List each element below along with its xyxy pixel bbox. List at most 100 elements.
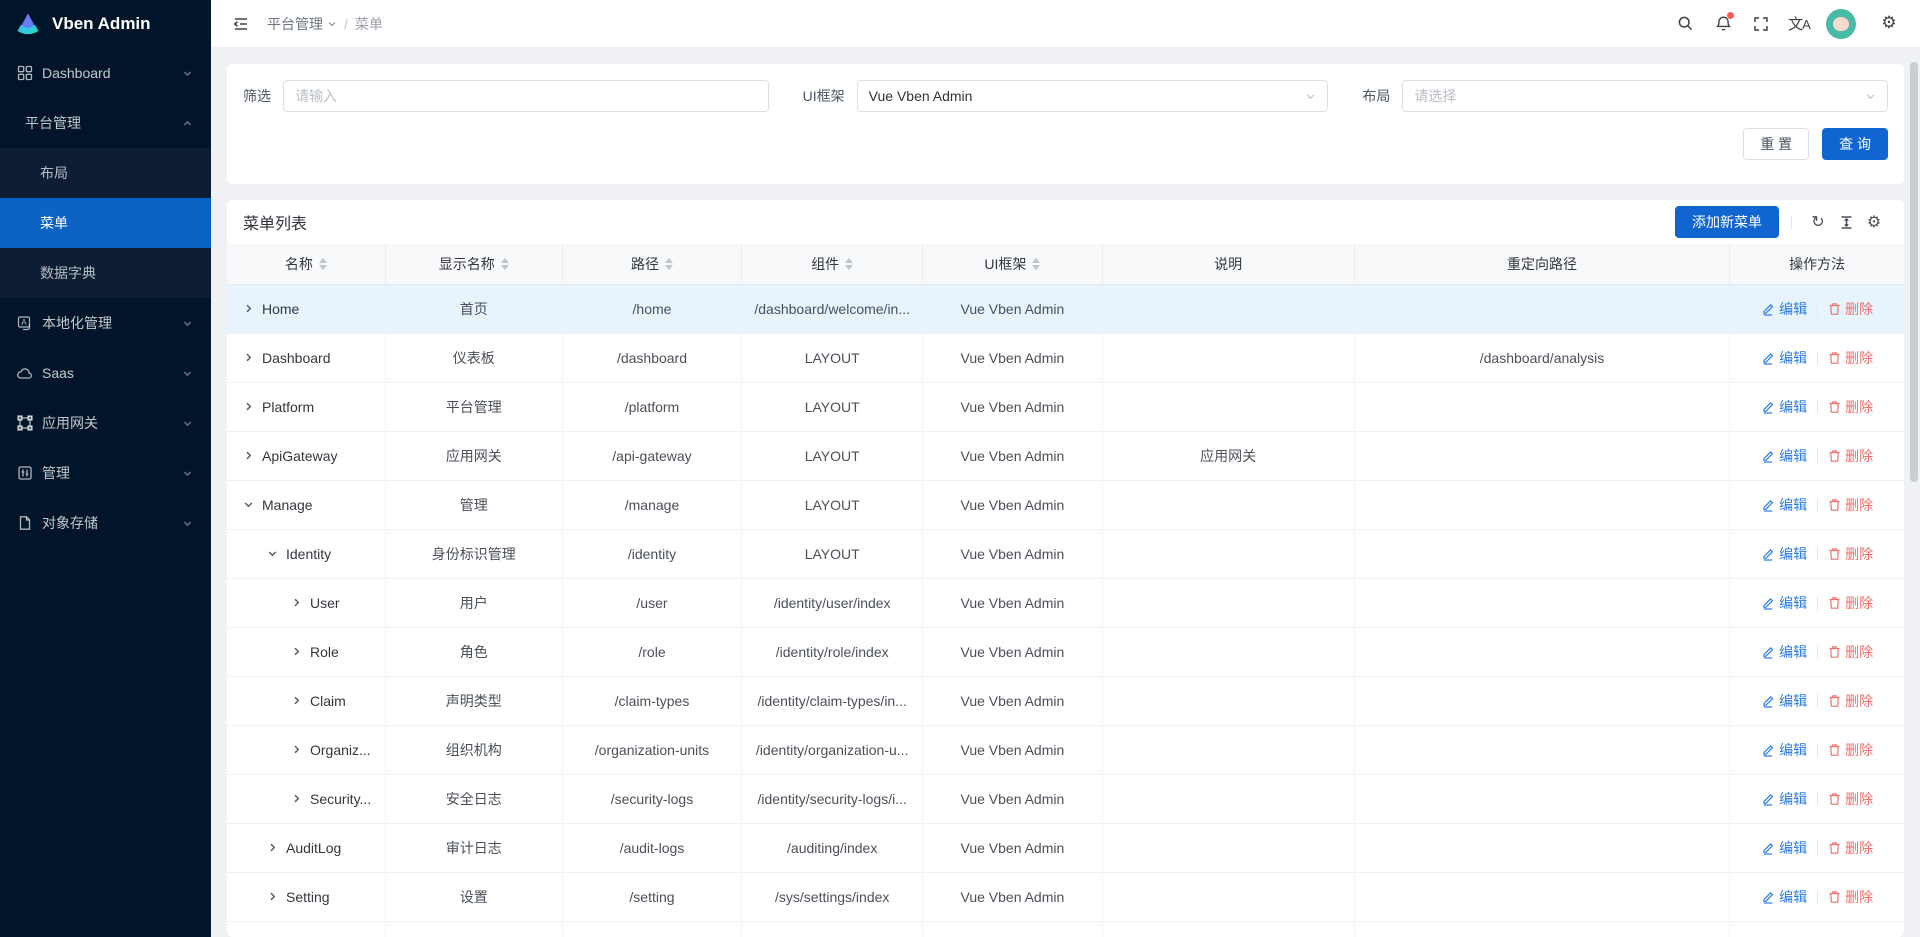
layout-select[interactable]: 请选择 — [1402, 80, 1888, 112]
table-row-apigateway[interactable]: ApiGateway应用网关/api-gatewayLAYOUTVue Vben… — [227, 431, 1904, 480]
edit-button[interactable]: 编辑 — [1761, 789, 1807, 809]
table-row-setting[interactable]: Setting设置/setting/sys/settings/indexVue … — [227, 872, 1904, 921]
framework-select[interactable]: Vue Vben Admin — [857, 80, 1329, 112]
edit-button[interactable]: 编辑 — [1761, 593, 1807, 613]
delete-button[interactable]: 删除 — [1828, 299, 1873, 319]
pencil-icon — [1761, 302, 1775, 316]
action-divider — [1817, 792, 1818, 806]
expand-row-icon[interactable] — [267, 891, 278, 902]
actions-cell: 编辑 删除 — [1730, 529, 1904, 578]
expand-row-icon[interactable] — [291, 597, 302, 608]
notifications-bell-icon[interactable] — [1706, 7, 1740, 41]
table-cell — [1102, 774, 1354, 823]
breadcrumb-section[interactable]: 平台管理 — [267, 14, 337, 34]
table-cell — [1354, 578, 1729, 627]
table-row-organiz[interactable]: Organiz...组织机构/organization-units/identi… — [227, 725, 1904, 774]
edit-button[interactable]: 编辑 — [1761, 544, 1807, 564]
table-row-home[interactable]: Home首页/home/dashboard/welcome/in...Vue V… — [227, 284, 1904, 333]
delete-button[interactable]: 删除 — [1828, 348, 1873, 368]
expand-row-icon[interactable] — [243, 401, 254, 412]
table-cell: 首页 — [385, 284, 562, 333]
expand-row-icon[interactable] — [243, 352, 254, 363]
delete-button[interactable]: 删除 — [1828, 691, 1873, 711]
actions-cell: 编辑 删除 — [1730, 725, 1904, 774]
sort-carets-icon[interactable] — [845, 258, 853, 270]
trash-icon — [1828, 400, 1841, 414]
delete-button[interactable]: 删除 — [1828, 740, 1873, 760]
edit-button[interactable]: 编辑 — [1761, 740, 1807, 760]
expand-row-icon[interactable] — [243, 303, 254, 314]
settings-gear-icon[interactable]: ⚙ — [1872, 7, 1906, 41]
sort-carets-icon[interactable] — [501, 258, 509, 270]
sort-carets-icon[interactable] — [1032, 258, 1040, 270]
edit-button[interactable]: 编辑 — [1761, 691, 1807, 711]
expand-row-icon[interactable] — [291, 744, 302, 755]
edit-button[interactable]: 编辑 — [1761, 495, 1807, 515]
query-button[interactable]: 查 询 — [1822, 128, 1888, 160]
collapse-row-icon[interactable] — [243, 499, 254, 510]
column-header-4[interactable]: 组件 — [742, 244, 923, 284]
logo[interactable]: Vben Admin — [0, 0, 211, 48]
collapse-row-icon[interactable] — [267, 548, 278, 559]
sidebar-item-gateway[interactable]: 应用网关 — [0, 398, 211, 448]
table-row-role[interactable]: Role角色/role/identity/role/indexVue Vben … — [227, 627, 1904, 676]
filter-input[interactable]: 请输入 — [283, 80, 769, 112]
add-menu-button[interactable]: 添加新菜单 — [1675, 206, 1779, 238]
table-row-auditlog[interactable]: AuditLog审计日志/audit-logs/auditing/indexVu… — [227, 823, 1904, 872]
column-header-5[interactable]: UI框架 — [923, 244, 1102, 284]
expand-row-icon[interactable] — [291, 646, 302, 657]
scrollbar-thumb[interactable] — [1910, 62, 1918, 482]
filter-field: 筛选 请输入 — [243, 80, 769, 112]
table-row-manage[interactable]: Manage管理/manageLAYOUTVue Vben Admin编辑删除 — [227, 480, 1904, 529]
expand-row-icon[interactable] — [243, 450, 254, 461]
sidebar-item-saas[interactable]: Saas — [0, 348, 211, 398]
edit-button[interactable]: 编辑 — [1761, 887, 1807, 907]
reset-button[interactable]: 重 置 — [1743, 128, 1809, 160]
language-icon[interactable]: 文A — [1782, 7, 1816, 41]
expand-row-icon[interactable] — [291, 793, 302, 804]
sidebar-item-storage[interactable]: 对象存储 — [0, 498, 211, 548]
edit-button[interactable]: 编辑 — [1761, 446, 1807, 466]
delete-button[interactable]: 删除 — [1828, 495, 1873, 515]
search-icon[interactable] — [1668, 7, 1702, 41]
column-header-1[interactable]: 名称 — [227, 244, 385, 284]
sidebar-item-menu[interactable]: 菜单 — [0, 198, 211, 248]
table-row-identity[interactable]: Identity身份标识管理/identityLAYOUTVue Vben Ad… — [227, 529, 1904, 578]
delete-button[interactable]: 删除 — [1828, 789, 1873, 809]
edit-button[interactable]: 编辑 — [1761, 642, 1807, 662]
table-row-user[interactable]: User用户/user/identity/user/indexVue Vben … — [227, 578, 1904, 627]
delete-button[interactable]: 删除 — [1828, 593, 1873, 613]
column-header-2[interactable]: 显示名称 — [385, 244, 562, 284]
sidebar-item-dict[interactable]: 数据字典 — [0, 248, 211, 298]
delete-button[interactable]: 删除 — [1828, 544, 1873, 564]
refresh-icon[interactable]: ↻ — [1804, 208, 1832, 236]
sidebar-item-layout[interactable]: 布局 — [0, 148, 211, 198]
avatar[interactable] — [1826, 9, 1856, 39]
sidebar-item-manage[interactable]: 管理 — [0, 448, 211, 498]
edit-button[interactable]: 编辑 — [1761, 838, 1807, 858]
edit-button[interactable]: 编辑 — [1761, 299, 1807, 319]
edit-button[interactable]: 编辑 — [1761, 348, 1807, 368]
delete-button[interactable]: 删除 — [1828, 642, 1873, 662]
expand-row-icon[interactable] — [291, 695, 302, 706]
expand-row-icon[interactable] — [267, 842, 278, 853]
sort-carets-icon[interactable] — [665, 258, 673, 270]
sidebar-item-localization[interactable]: A本地化管理 — [0, 298, 211, 348]
sidebar-collapse-icon[interactable] — [225, 8, 257, 40]
table-row-claim[interactable]: Claim声明类型/claim-types/identity/claim-typ… — [227, 676, 1904, 725]
delete-button[interactable]: 删除 — [1828, 397, 1873, 417]
delete-button[interactable]: 删除 — [1828, 887, 1873, 907]
table-row-dashboard[interactable]: Dashboard仪表板/dashboardLAYOUTVue Vben Adm… — [227, 333, 1904, 382]
sidebar-item-dashboard[interactable]: Dashboard — [0, 48, 211, 98]
table-row-security[interactable]: Security...安全日志/security-logs/identity/s… — [227, 774, 1904, 823]
column-settings-gear-icon[interactable]: ⚙ — [1860, 208, 1888, 236]
row-height-icon[interactable] — [1832, 208, 1860, 236]
table-row-platform[interactable]: Platform平台管理/platformLAYOUTVue Vben Admi… — [227, 382, 1904, 431]
fullscreen-icon[interactable] — [1744, 7, 1778, 41]
delete-button[interactable]: 删除 — [1828, 446, 1873, 466]
delete-button[interactable]: 删除 — [1828, 838, 1873, 858]
sidebar-item-platform[interactable]: 平台管理 — [0, 98, 211, 148]
column-header-3[interactable]: 路径 — [562, 244, 741, 284]
edit-button[interactable]: 编辑 — [1761, 397, 1807, 417]
sort-carets-icon[interactable] — [319, 258, 327, 270]
